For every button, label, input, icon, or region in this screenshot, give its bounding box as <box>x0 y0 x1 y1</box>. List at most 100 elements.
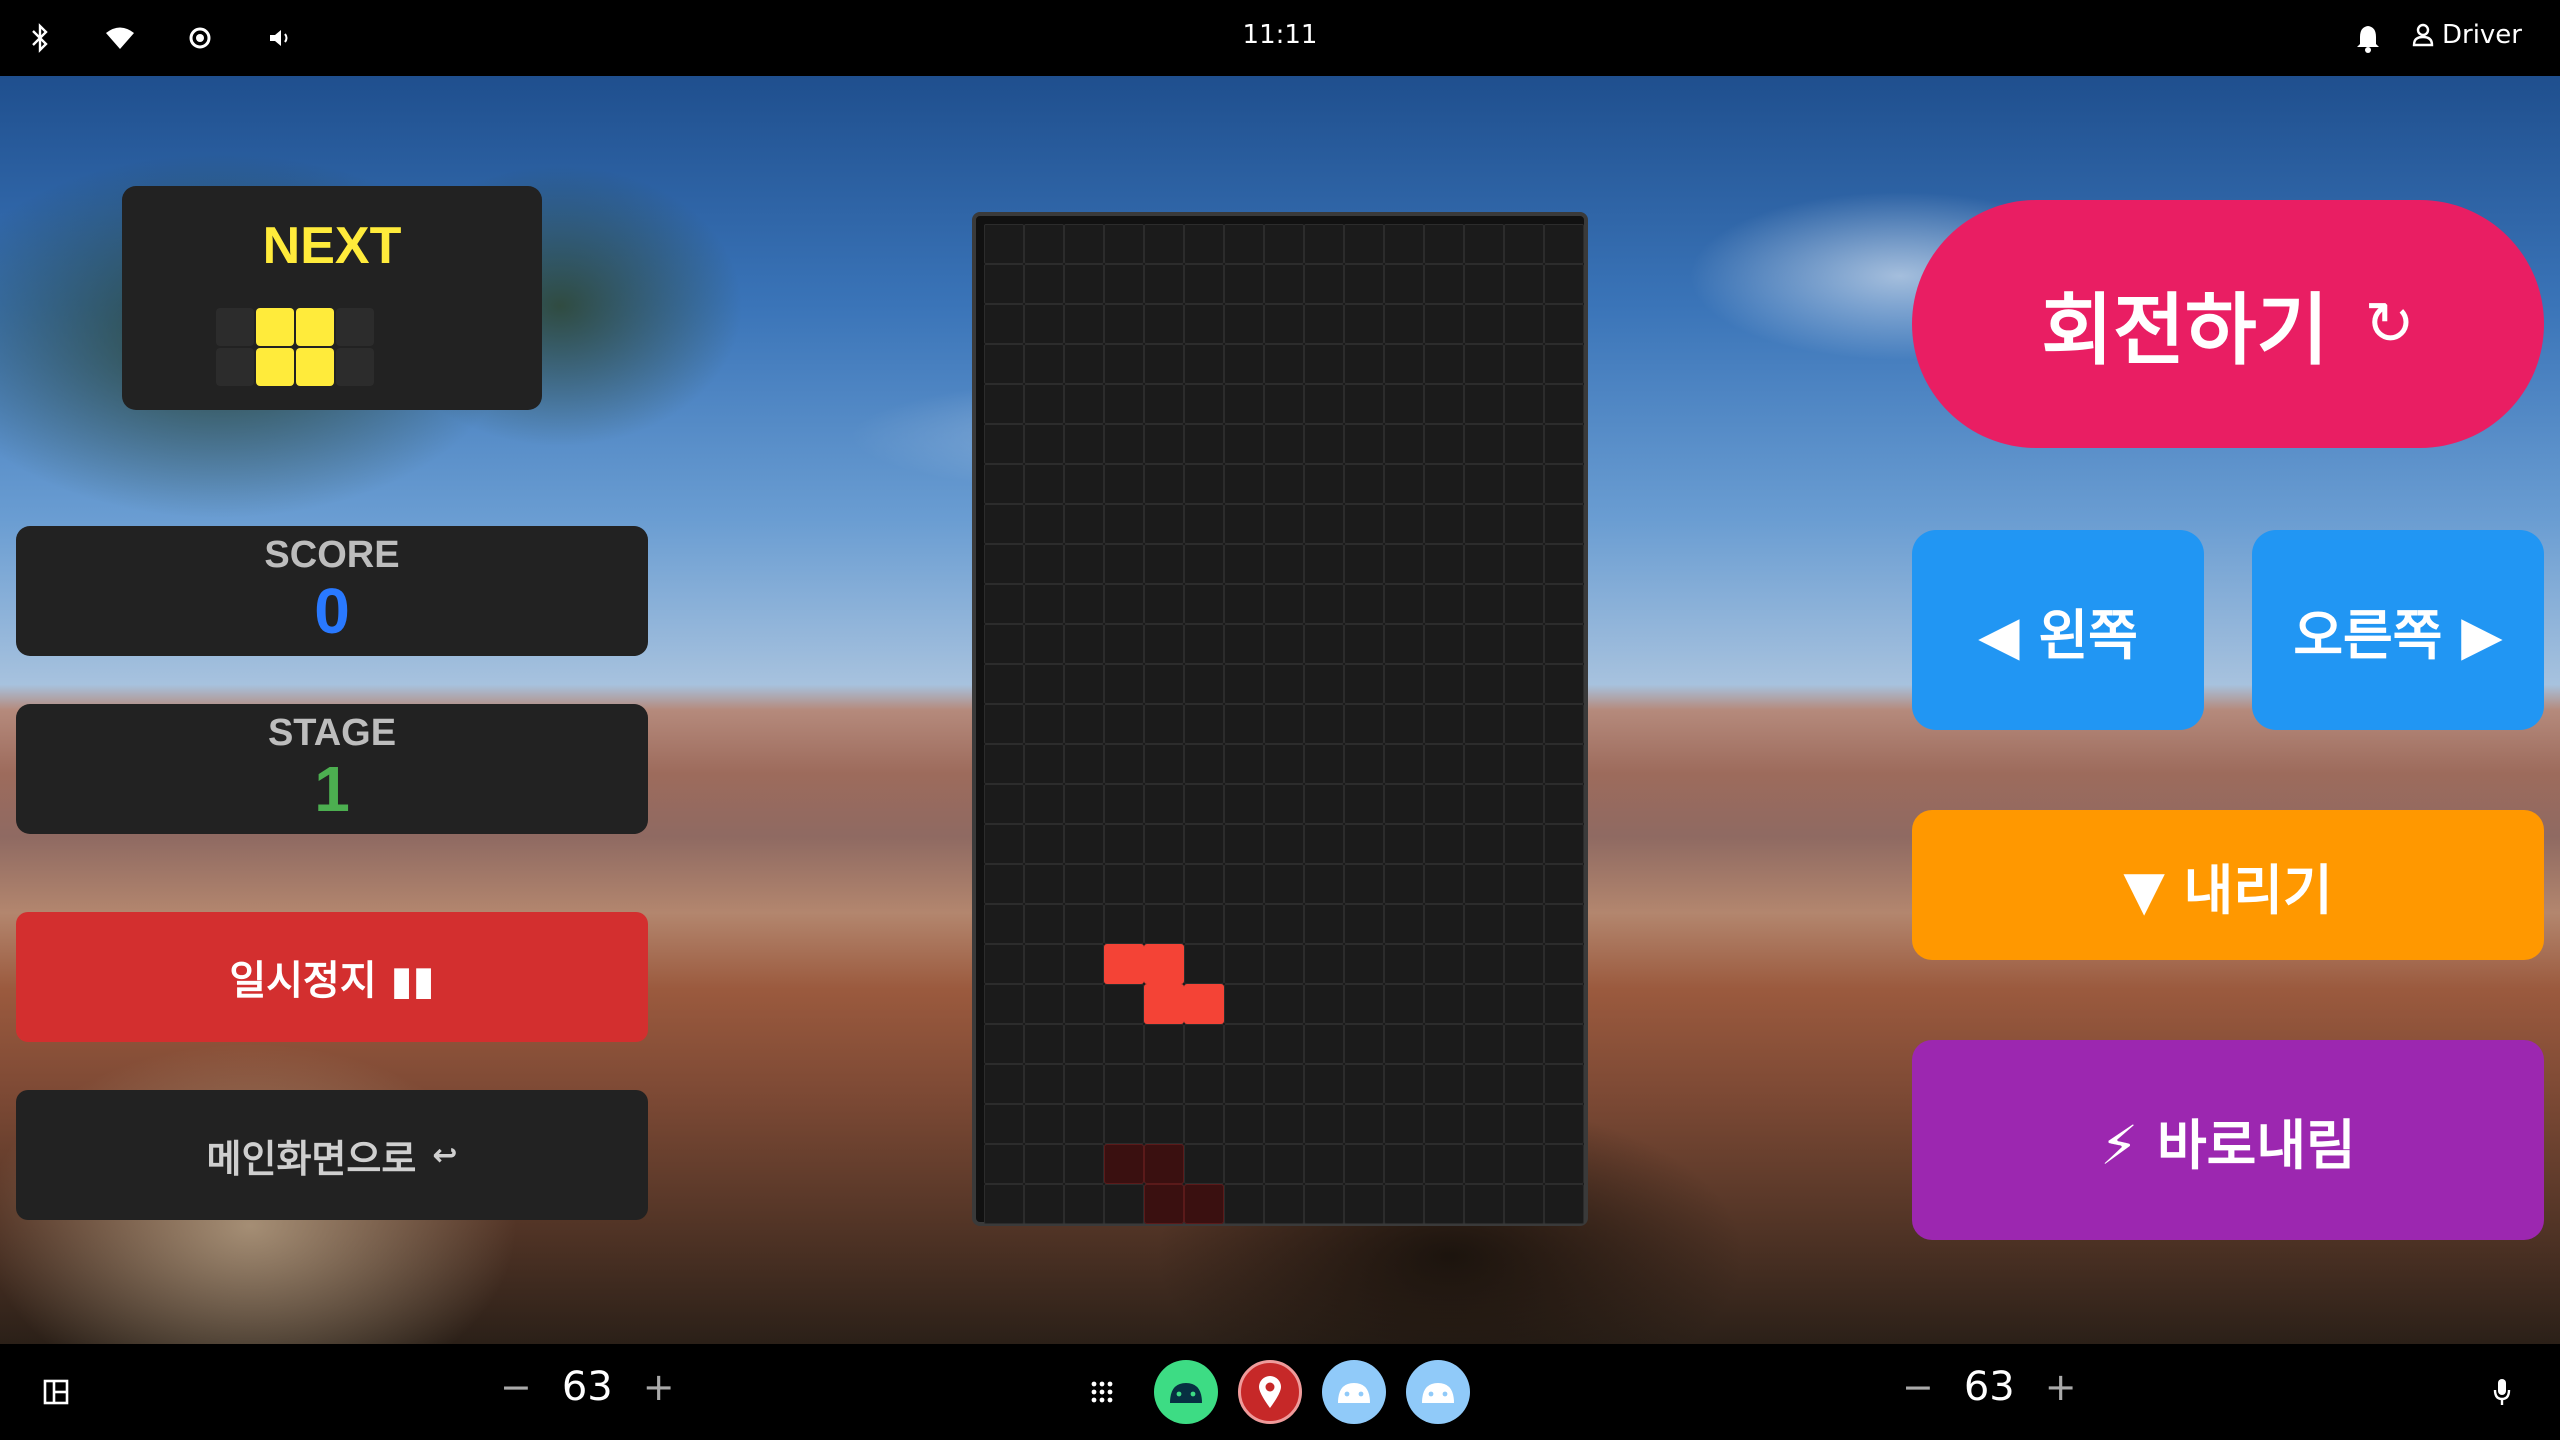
microphone-icon[interactable] <box>2484 1374 2520 1410</box>
board-cell <box>1504 624 1544 664</box>
board-cell <box>1304 1104 1344 1144</box>
left-temp-increase-button[interactable]: + <box>643 1365 675 1409</box>
board-cell <box>1264 344 1304 384</box>
board-cell <box>1224 384 1264 424</box>
board-cell <box>1504 544 1544 584</box>
board-cell <box>1104 1064 1144 1104</box>
board-cell <box>1224 1184 1264 1224</box>
left-temp-decrease-button[interactable]: − <box>500 1365 532 1409</box>
board-cell <box>1464 824 1504 864</box>
board-cell <box>1224 424 1264 464</box>
board-cell <box>1544 784 1584 824</box>
board-cell <box>1024 304 1064 344</box>
app-grid-icon[interactable] <box>1084 1374 1120 1410</box>
board-cell <box>1144 624 1184 664</box>
board-cell <box>1304 504 1344 544</box>
board-cell <box>1104 424 1144 464</box>
board-cell <box>1424 584 1464 624</box>
move-right-button[interactable]: 오른쪽 ▶ <box>2252 530 2544 730</box>
board-cell <box>1544 504 1584 544</box>
clock: 11:11 <box>1242 20 1318 50</box>
board-cell <box>1264 424 1304 464</box>
board-cell <box>1064 664 1104 704</box>
board-cell <box>1344 824 1384 864</box>
board-cell <box>1024 784 1064 824</box>
board-cell <box>1384 944 1424 984</box>
board-cell <box>1104 1184 1144 1224</box>
user-profile[interactable]: Driver <box>2412 20 2522 50</box>
board-cell <box>1264 904 1304 944</box>
board-cell <box>1144 224 1184 264</box>
android-app-icon[interactable] <box>1154 1360 1218 1424</box>
board-cell <box>1224 824 1264 864</box>
board-cell <box>1104 824 1144 864</box>
board-cell <box>1104 664 1144 704</box>
board-cell <box>1424 624 1464 664</box>
board-cell <box>1184 784 1224 824</box>
board-cell <box>1464 664 1504 704</box>
soft-drop-button[interactable]: ▼ 내리기 <box>1912 810 2544 960</box>
maps-app-icon[interactable] <box>1238 1360 1302 1424</box>
board-cell <box>1024 504 1064 544</box>
board-cell <box>1384 1104 1424 1144</box>
board-cell <box>1424 464 1464 504</box>
board-cell <box>1384 824 1424 864</box>
board-cell <box>1384 1144 1424 1184</box>
android-app-icon[interactable] <box>1406 1360 1470 1424</box>
right-temp-decrease-button[interactable]: − <box>1902 1365 1934 1409</box>
board-cell <box>1384 704 1424 744</box>
board-cell <box>984 1064 1024 1104</box>
board-cell <box>984 624 1024 664</box>
right-temperature-control: − 63 + <box>1902 1364 2077 1410</box>
board-cell <box>1184 344 1224 384</box>
board-cell <box>1304 744 1344 784</box>
pause-button[interactable]: 일시정지 ▮▮ <box>16 912 648 1042</box>
board-cell <box>1544 624 1584 664</box>
board-cell <box>1424 264 1464 304</box>
rotate-button[interactable]: 회전하기 ↻ <box>1912 200 2544 448</box>
move-left-button[interactable]: ◀ 왼쪽 <box>1912 530 2204 730</box>
board-cell <box>1064 384 1104 424</box>
left-temp-value: 63 <box>561 1364 613 1410</box>
stage-label: STAGE <box>267 712 397 754</box>
board-cell <box>984 384 1024 424</box>
board-cell <box>1544 984 1584 1024</box>
board-cell <box>1464 704 1504 744</box>
board-cell <box>1544 904 1584 944</box>
board-cell <box>1464 1024 1504 1064</box>
board-cell <box>1344 584 1384 624</box>
main-menu-button[interactable]: 메인화면으로 ↩ <box>16 1090 648 1220</box>
right-temp-increase-button[interactable]: + <box>2045 1365 2077 1409</box>
board-cell <box>1544 1144 1584 1184</box>
board-cell <box>1384 384 1424 424</box>
board-cell <box>1384 264 1424 304</box>
board-cell <box>1544 424 1584 464</box>
board-cell <box>1024 584 1064 624</box>
board-cell <box>1104 464 1144 504</box>
soft-drop-label: ▼ 내리기 <box>2123 858 2333 922</box>
board-cell <box>1104 784 1144 824</box>
board-cell <box>1304 904 1344 944</box>
board-cell <box>1504 664 1544 704</box>
dashboard-icon[interactable] <box>38 1374 74 1410</box>
next-piece-block <box>296 348 334 386</box>
hard-drop-button[interactable]: ⚡ 바로내림 <box>1912 1040 2544 1240</box>
board-cell <box>1184 1024 1224 1064</box>
board-cell <box>1224 1024 1264 1064</box>
board-cell <box>1024 664 1064 704</box>
board-cell <box>1264 824 1304 864</box>
board-cell <box>1544 864 1584 904</box>
hard-drop-label: ⚡ 바로내림 <box>2100 1113 2356 1177</box>
board-cell <box>1384 664 1424 704</box>
board-cell <box>1424 904 1464 944</box>
board-cell <box>1424 344 1464 384</box>
game-board[interactable] <box>972 212 1588 1226</box>
bell-icon[interactable] <box>2350 20 2386 56</box>
android-app-icon[interactable] <box>1322 1360 1386 1424</box>
board-cell <box>1024 1104 1064 1144</box>
board-cell <box>1304 984 1344 1024</box>
board-cell <box>1184 704 1224 744</box>
board-cell <box>1104 904 1144 944</box>
board-cell <box>1424 424 1464 464</box>
board-cell <box>1464 984 1504 1024</box>
